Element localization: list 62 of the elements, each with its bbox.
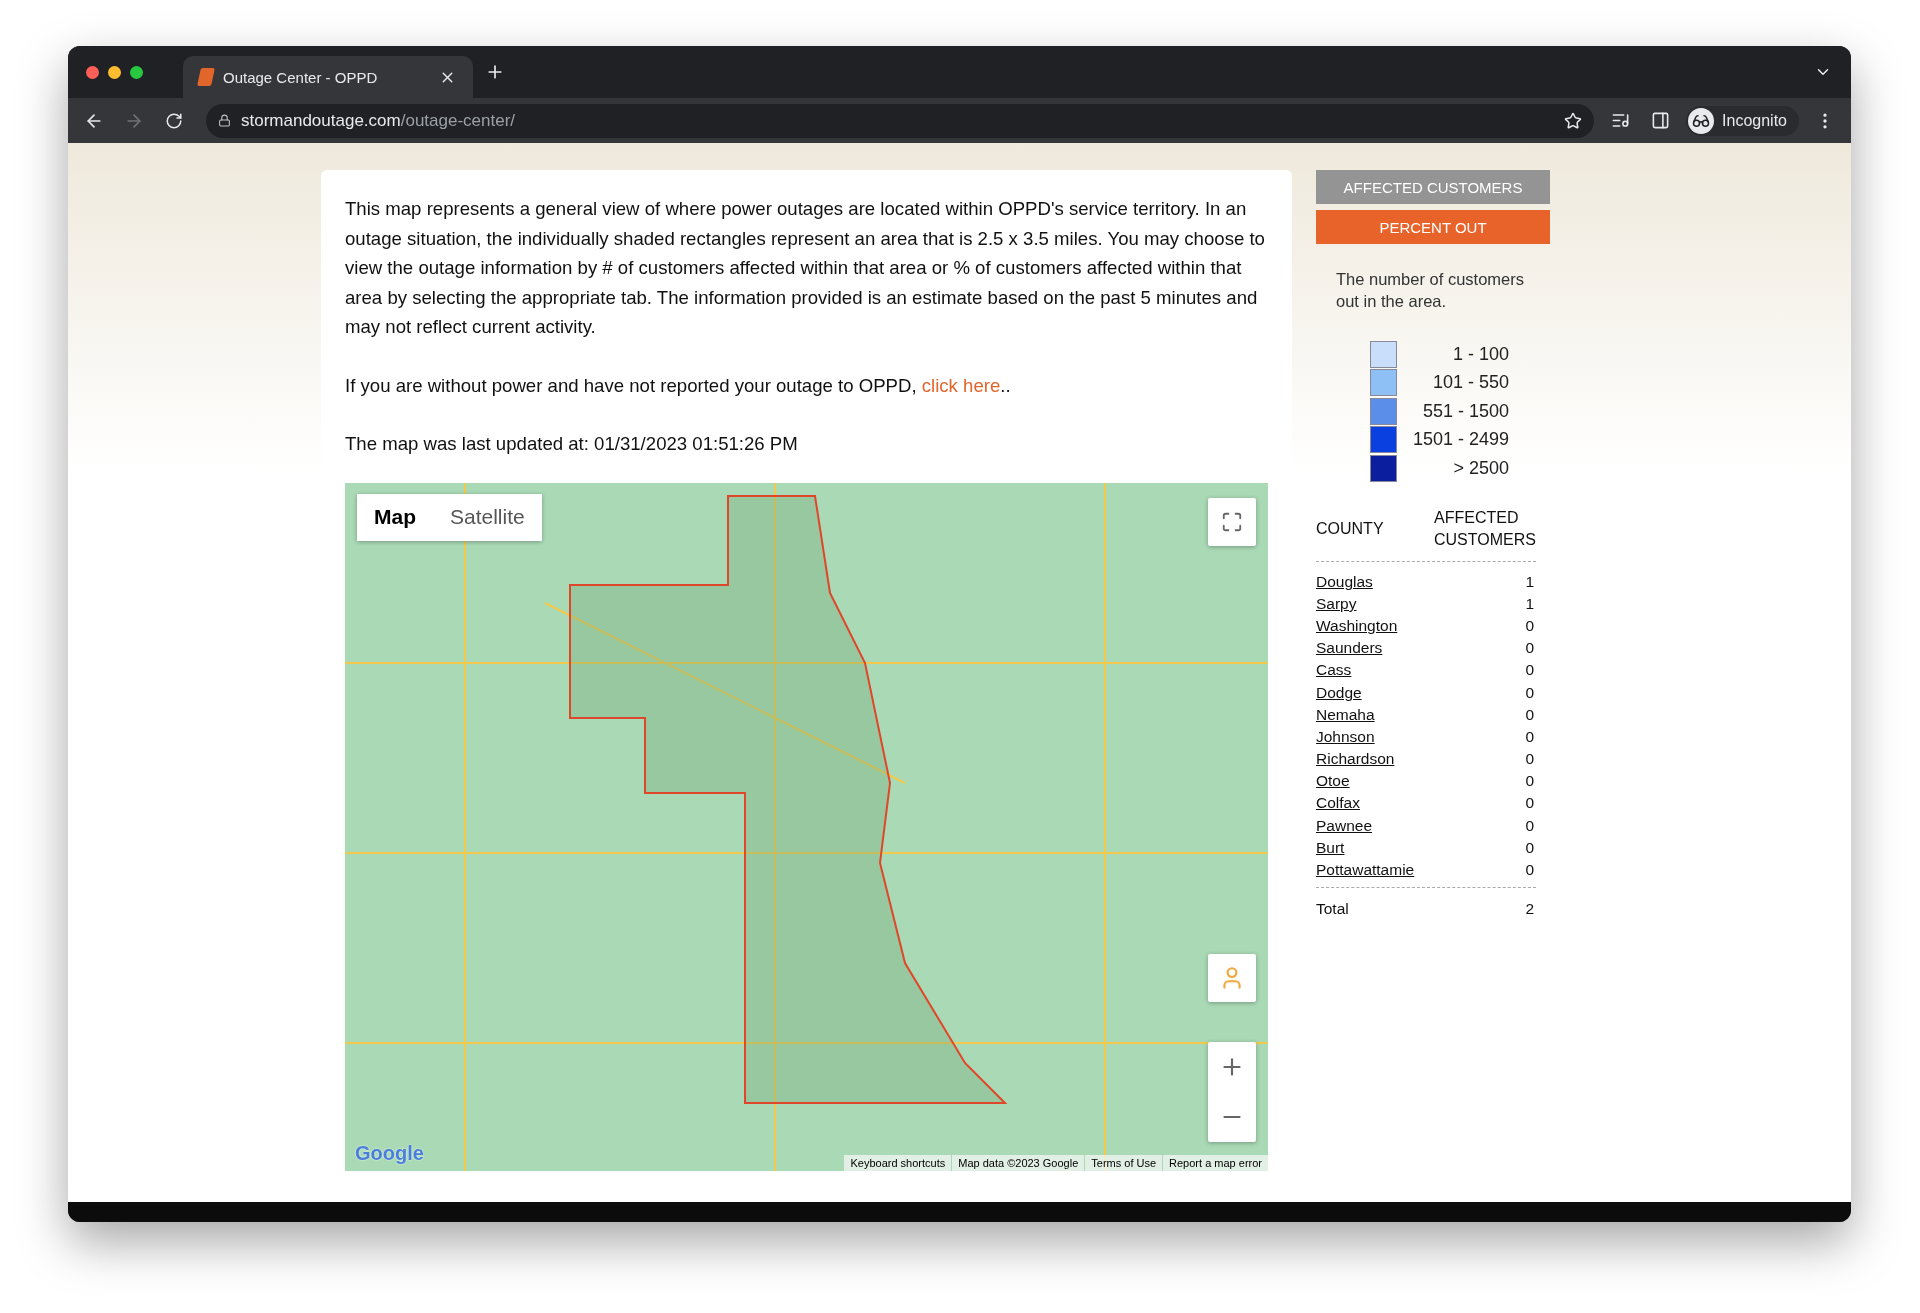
url-text: stormandoutage.com/outage-center/ <box>241 110 517 131</box>
intro-paragraph: This map represents a general view of where power outages are located within OPPD's service territory. In an outage situation, the individually shaded rectangles represent an area that is 2.5 x 3.5 miles. You may choose to view the outage information by # of customers affected within that area or % of customers affected within that area by selecting the appropriate tab. The information provided is an estimate based on the past 5 minutes and may not reflect current activity. <box>345 197 1266 339</box>
county-link[interactable]: Pawnee <box>1316 816 1372 835</box>
minimize-window-icon[interactable] <box>108 65 121 79</box>
column-header: COUNTY <box>1316 518 1385 539</box>
legend-label: 551 - 1500 <box>1421 400 1509 422</box>
bookmark-star-icon[interactable] <box>1564 111 1583 130</box>
map-footer-link[interactable]: Keyboard shortcuts <box>844 1154 952 1171</box>
last-updated-text: The map was last updated at: 01/31/2023 01:51:26 PM <box>345 432 799 456</box>
county-link[interactable]: Washington <box>1316 616 1398 635</box>
customer-count: 0 <box>1525 616 1535 635</box>
county-link[interactable]: Otoe <box>1316 772 1350 791</box>
customer-count: 0 <box>1525 838 1535 857</box>
county-link[interactable]: Colfax <box>1316 794 1360 813</box>
customer-count: 0 <box>1525 661 1535 680</box>
county-link[interactable]: Sarpy <box>1316 594 1357 613</box>
column-header: AFFECTED CUSTOMERS <box>1434 507 1536 550</box>
county-link[interactable]: Johnson <box>1316 727 1375 746</box>
county-link[interactable]: Burt <box>1316 838 1345 857</box>
customer-count: 0 <box>1525 727 1535 746</box>
customer-count: 0 <box>1525 794 1535 813</box>
address-bar[interactable]: stormandoutage.com/outage-center/ <box>206 103 1595 138</box>
customer-count: 0 <box>1525 683 1535 702</box>
map-placeholder[interactable]: Map Satellite Google Keyboard shortcuts Map data ©2023 Google Terms of Use Report a map error <box>345 482 1268 1171</box>
map-type-tab[interactable]: Map <box>357 493 433 541</box>
total-count: 2 <box>1525 900 1535 919</box>
incognito-icon[interactable] <box>1688 107 1715 134</box>
county-link[interactable]: Saunders <box>1316 639 1383 658</box>
fullscreen-icon[interactable] <box>1208 497 1256 546</box>
maximize-window-icon[interactable] <box>130 65 143 79</box>
county-link[interactable]: Richardson <box>1316 750 1395 769</box>
customer-count: 0 <box>1525 816 1535 835</box>
browser-tab[interactable]: Outage Center - OPPD <box>183 56 473 98</box>
legend-label: > 2500 <box>1452 457 1509 479</box>
lock-icon <box>218 114 231 127</box>
legend-label: 101 - 550 <box>1431 372 1509 394</box>
total-label: Total <box>1316 900 1350 919</box>
map-type-tab[interactable]: Satellite <box>433 493 542 541</box>
map-logo: Google <box>355 1141 424 1165</box>
county-link[interactable]: Pottawattamie <box>1316 861 1415 880</box>
report-link[interactable]: click here <box>921 374 1001 396</box>
customer-count: 0 <box>1525 861 1535 880</box>
county-link[interactable]: Dodge <box>1316 683 1362 702</box>
county-link[interactable]: Nemaha <box>1316 705 1375 724</box>
customer-count: 0 <box>1525 705 1535 724</box>
legend-label: 1501 - 2499 <box>1411 429 1509 451</box>
favicon-icon <box>197 68 215 86</box>
customer-count: 0 <box>1525 639 1535 658</box>
map-footer-link: Map data ©2023 Google <box>952 1154 1085 1171</box>
map-footer-link[interactable]: Report a map error <box>1163 1154 1268 1171</box>
customer-count: 0 <box>1525 772 1535 791</box>
customer-count: 1 <box>1525 594 1535 613</box>
county-link[interactable]: Douglas <box>1316 572 1373 591</box>
customer-count: 0 <box>1525 750 1535 769</box>
close-window-icon[interactable] <box>86 65 99 79</box>
legend-description: The number of customers out in the area. <box>1336 269 1525 312</box>
legend-label: 1 - 100 <box>1451 343 1509 365</box>
map-footer-link[interactable]: Terms of Use <box>1085 1154 1163 1171</box>
county-link[interactable]: Cass <box>1316 661 1352 680</box>
report-sentence: If you are without power and have not reported your outage to OPPD, click here.. <box>345 373 1012 398</box>
customer-count: 1 <box>1525 572 1535 591</box>
tab-title: Outage Center - OPPD <box>223 68 379 86</box>
